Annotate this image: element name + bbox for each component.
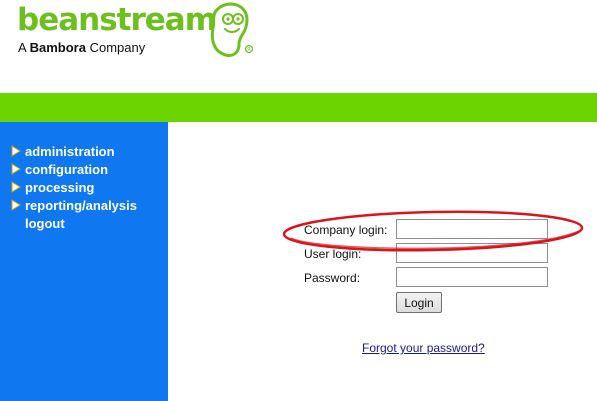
- password-label: Password:: [304, 271, 361, 285]
- triangle-right-icon: [11, 199, 21, 211]
- bean-mascot-icon: R: [210, 2, 254, 58]
- brand-tagline: A Bambora Company: [18, 40, 145, 55]
- company-login-input[interactable]: [396, 219, 548, 239]
- user-login-input[interactable]: [396, 243, 548, 263]
- sidebar-item-administration[interactable]: administration: [11, 142, 115, 160]
- tagline-bold: Bambora: [29, 40, 86, 55]
- company-login-label: Company login:: [304, 223, 388, 237]
- sidebar-item-reporting-analysis[interactable]: reporting/analysis: [11, 196, 137, 214]
- svg-text:R: R: [247, 47, 251, 53]
- sidebar-item-label: configuration: [25, 161, 109, 177]
- header: beanstream® A Bambora Company R: [0, 0, 597, 93]
- brand-name: beanstream: [17, 2, 217, 38]
- brand-logo: beanstream®: [17, 0, 226, 40]
- header-green-bar: [0, 93, 597, 122]
- sidebar-item-processing[interactable]: processing: [11, 178, 94, 196]
- forgot-password-link[interactable]: Forgot your password?: [362, 341, 485, 355]
- sidebar-item-label: administration: [25, 143, 115, 159]
- sidebar-item-configuration[interactable]: configuration: [11, 160, 108, 178]
- triangle-right-icon: [11, 181, 21, 193]
- tagline-suffix: Company: [89, 40, 146, 55]
- user-login-label: User login:: [304, 247, 362, 261]
- tagline-prefix: A: [18, 40, 26, 55]
- sidebar-item-logout[interactable]: logout: [11, 214, 65, 232]
- sidebar-item-label: processing: [25, 179, 95, 195]
- password-input[interactable]: [396, 267, 548, 287]
- triangle-right-icon: [11, 163, 21, 175]
- sidebar-item-label: logout: [25, 215, 65, 231]
- triangle-right-icon: [11, 145, 21, 157]
- login-button[interactable]: Login: [396, 292, 442, 313]
- sidebar-item-label: reporting/analysis: [25, 197, 137, 213]
